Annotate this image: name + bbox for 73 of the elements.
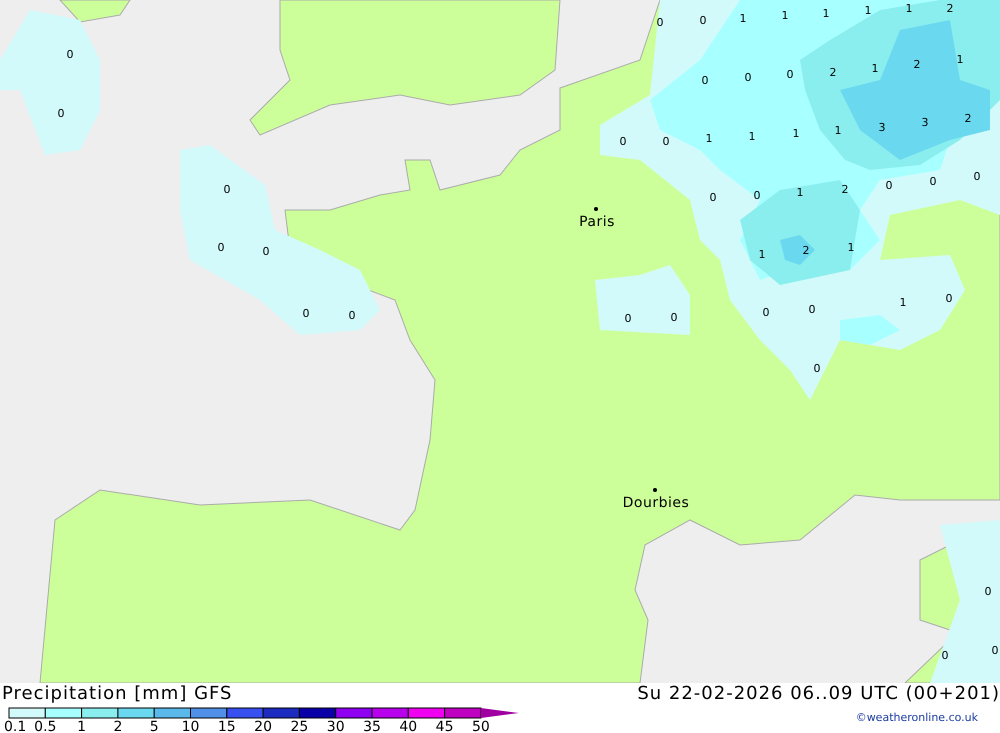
precipitation-value: 1 — [864, 4, 872, 17]
legend-label: 40 — [399, 719, 418, 733]
precipitation-value: 0 — [702, 74, 708, 87]
legend-label: 0.5 — [34, 719, 56, 733]
precipitation-value: 0 — [224, 183, 230, 196]
precipitation-value: 1 — [900, 296, 906, 309]
valid-time: Su 22-02-2026 06..09 UTC (00+201) — [637, 683, 1000, 705]
precipitation-value: 2 — [830, 66, 836, 79]
precipitation-value: 0 — [620, 135, 626, 148]
legend-label: 45 — [436, 719, 454, 733]
legend-label: 50 — [472, 719, 490, 733]
precipitation-value: 1 — [872, 62, 878, 75]
precipitation-value: 0 — [974, 170, 980, 183]
precipitation-value: 0 — [656, 16, 664, 29]
precipitation-value: 0 — [808, 303, 816, 316]
legend-label: 10 — [182, 719, 200, 733]
precipitation-value: 2 — [964, 112, 972, 125]
precipitation-value: 0 — [662, 135, 670, 148]
precipitation-value: 1 — [834, 124, 842, 137]
legend-label: 20 — [254, 719, 272, 733]
precipitation-value: 1 — [740, 12, 746, 25]
legend-label: 2 — [113, 719, 122, 733]
precipitation-value: 0 — [930, 175, 936, 188]
precipitation-value: 0 — [710, 191, 716, 204]
legend-label: 35 — [363, 719, 381, 733]
precipitation-value: 0 — [302, 307, 310, 320]
city-dot-icon — [594, 207, 598, 211]
precipitation-value: 1 — [848, 241, 854, 254]
legend-label: 0.1 — [4, 719, 26, 733]
legend-label: 15 — [218, 719, 236, 733]
precipitation-value: 0 — [814, 362, 820, 375]
precipitation-value: 0 — [984, 585, 992, 598]
precipitation-value: 3 — [878, 121, 886, 134]
legend-label: 30 — [326, 719, 345, 733]
city-label: Dourbies — [622, 495, 690, 511]
precipitation-value: 0 — [624, 312, 632, 325]
precipitation-value: 0 — [348, 309, 356, 322]
precipitation-value: 0 — [262, 245, 270, 258]
precipitation-value: 0 — [946, 292, 952, 305]
precipitation-value: 2 — [914, 58, 920, 71]
city-dot-icon — [653, 488, 657, 492]
overflow-arrow-icon — [480, 708, 519, 718]
precipitation-value: 0 — [762, 306, 770, 319]
precipitation-value: 1 — [782, 9, 788, 22]
precipitation-value: 1 — [796, 186, 804, 199]
precipitation-value: 1 — [956, 53, 964, 66]
precipitation-value: 0 — [786, 68, 794, 81]
precipitation-value: 0 — [218, 241, 224, 254]
precipitation-value: 0 — [66, 48, 74, 61]
legend-title: Precipitation [mm] GFS — [1, 683, 234, 705]
legend-label: 25 — [290, 719, 308, 733]
precipitation-value: 2 — [802, 244, 810, 257]
precipitation-value: 0 — [58, 107, 64, 120]
precipitation-value: 1 — [792, 127, 800, 140]
precipitation-value: 0 — [670, 311, 678, 324]
precipitation-value: 1 — [748, 130, 756, 143]
precipitation-value: 1 — [758, 248, 766, 261]
city-label: Paris — [579, 214, 615, 230]
precipitation-value: 1 — [706, 132, 712, 145]
precipitation-value: 0 — [700, 14, 706, 27]
precipitation-value: 0 — [992, 644, 998, 657]
precipitation-value: 2 — [842, 183, 848, 196]
credit-link[interactable]: ©weatheronline.co.uk — [856, 711, 1000, 724]
legend-label: 5 — [150, 719, 159, 733]
precipitation-value: 0 — [886, 179, 892, 192]
precipitation-value: 2 — [946, 2, 954, 15]
precipitation-value: 3 — [922, 116, 928, 129]
precipitation-value: 0 — [754, 189, 760, 202]
legend-label: 1 — [77, 719, 86, 733]
precipitation-value: 1 — [906, 2, 912, 15]
precipitation-value: 1 — [822, 7, 830, 20]
precipitation-value: 0 — [942, 649, 948, 662]
precipitation-value: 0 — [744, 71, 752, 84]
